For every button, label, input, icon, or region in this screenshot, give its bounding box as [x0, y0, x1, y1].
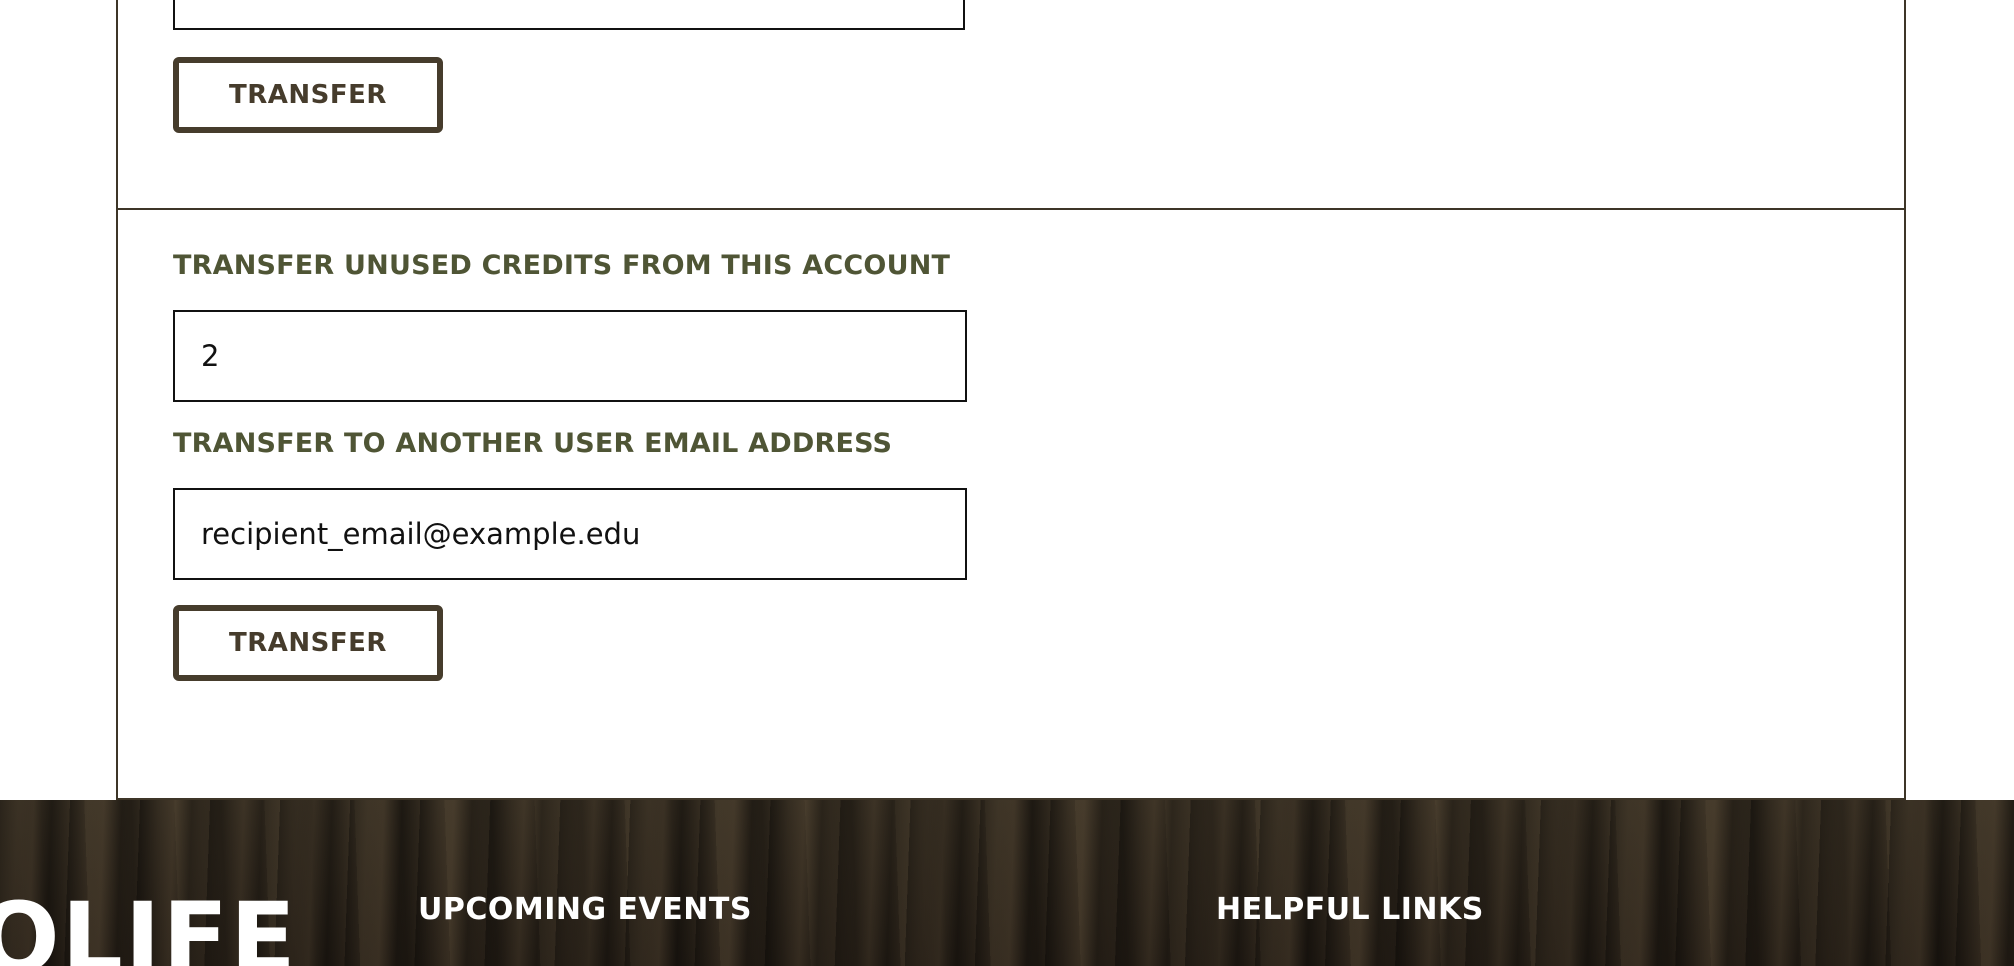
transfer-section-top: TRANSFER [118, 0, 1904, 210]
recipient-email-input[interactable] [173, 488, 967, 580]
transfer-button-top[interactable]: TRANSFER [173, 57, 443, 133]
helpful-links-heading: HELPFUL LINKS [1216, 892, 1484, 927]
credits-field-label: TRANSFER UNUSED CREDITS FROM THIS ACCOUN… [173, 250, 951, 281]
email-field-label: TRANSFER TO ANOTHER USER EMAIL ADDRESS [173, 428, 893, 459]
page: TRANSFER TRANSFER UNUSED CREDITS FROM TH… [0, 0, 2014, 966]
site-footer: OLIFE UPCOMING EVENTS HELPFUL LINKS [0, 800, 2014, 966]
credits-input[interactable] [173, 310, 967, 402]
partially-visible-input[interactable] [173, 0, 965, 30]
transfer-button-bottom[interactable]: TRANSFER [173, 605, 443, 681]
footer-logo-text[interactable]: OLIFE [0, 890, 298, 966]
upcoming-events-heading: UPCOMING EVENTS [418, 892, 752, 927]
transfer-panel: TRANSFER TRANSFER UNUSED CREDITS FROM TH… [116, 0, 1906, 800]
